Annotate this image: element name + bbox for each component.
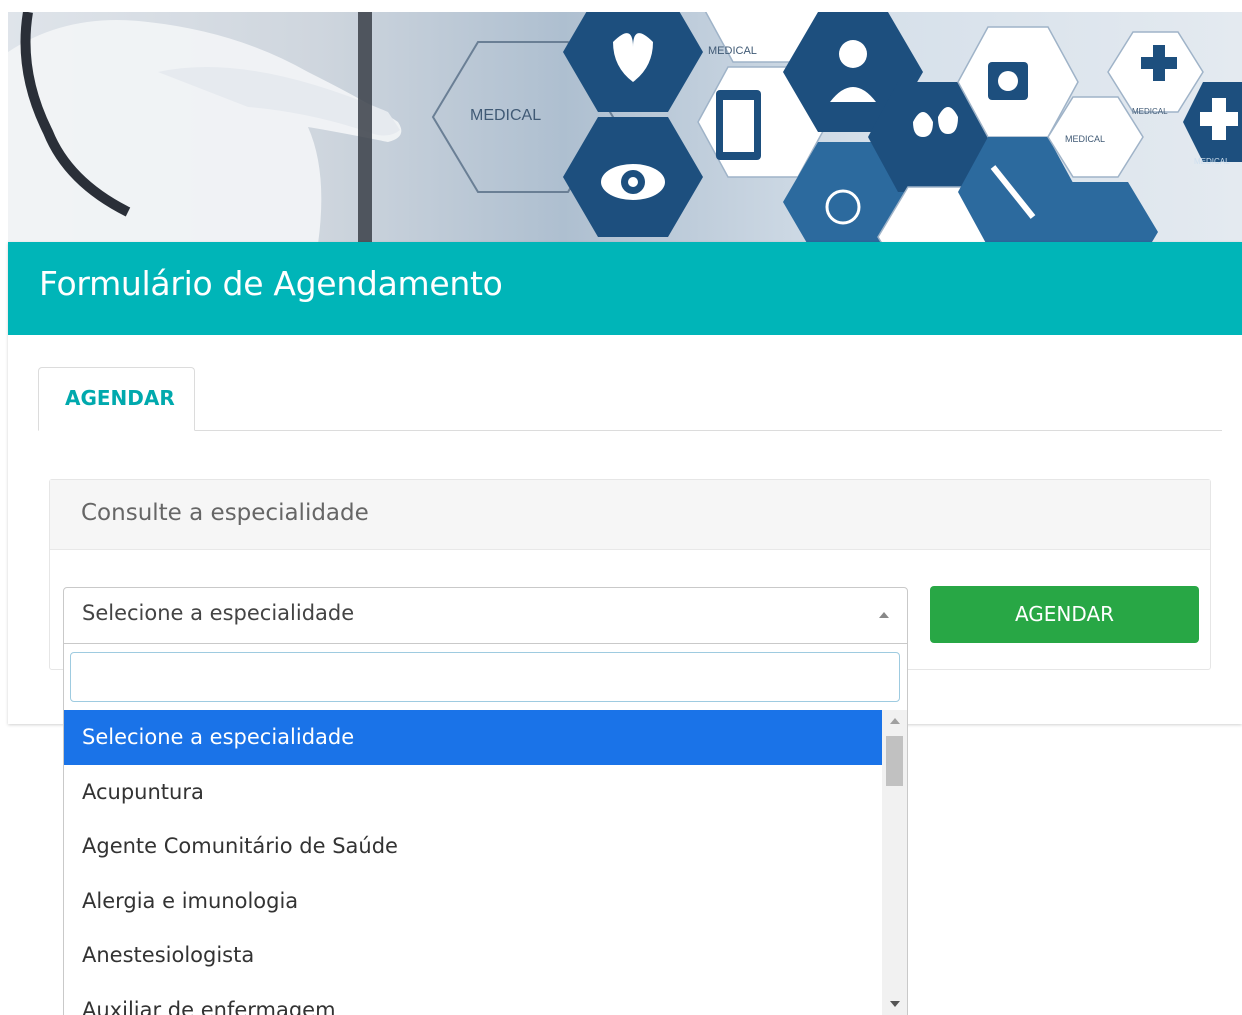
scroll-down-arrow-icon[interactable] (890, 1001, 900, 1007)
panel-title: Consulte a especialidade (81, 500, 369, 526)
chevron-up-icon (879, 612, 889, 618)
dropdown-search-input[interactable] (70, 652, 900, 702)
dropdown-scrollbar[interactable] (882, 710, 907, 1015)
list-item[interactable]: Auxiliar de enfermagem (64, 983, 882, 1015)
panel-header: Consulte a especialidade (50, 480, 1210, 550)
banner-label: MEDICAL (708, 45, 757, 57)
tab-agendar[interactable]: AGENDAR (38, 367, 195, 431)
banner-label: MEDICAL (1065, 134, 1105, 144)
card-header: Formulário de Agendamento (8, 242, 1242, 335)
tab-label: AGENDAR (65, 386, 175, 410)
specialty-dropdown: Selecione a especialidade Acupuntura Age… (63, 644, 908, 1015)
list-item[interactable]: Selecione a especialidade (64, 710, 882, 765)
banner-label: MEDICAL (1194, 157, 1230, 166)
banner-illustration: MEDICAL MEDICAL MEDICAL MEDICAL MEDICAL (8, 12, 1242, 244)
list-item[interactable]: Alergia e imunologia (64, 874, 882, 929)
banner-label: MEDICAL (1132, 107, 1168, 116)
schedule-button[interactable]: AGENDAR (930, 586, 1199, 643)
specialty-select[interactable]: Selecione a especialidade (63, 587, 908, 644)
medical-banner-image: MEDICAL MEDICAL MEDICAL MEDICAL MEDICAL (8, 12, 1242, 244)
tabs-divider (38, 430, 1222, 431)
list-item[interactable]: Anestesiologista (64, 928, 882, 983)
select-selected-value: Selecione a especialidade (82, 601, 355, 625)
page-title: Formulário de Agendamento (39, 264, 503, 303)
banner-label: MEDICAL (470, 107, 541, 124)
scrollbar-thumb[interactable] (886, 736, 903, 786)
list-item[interactable]: Agente Comunitário de Saúde (64, 819, 882, 874)
list-item[interactable]: Acupuntura (64, 765, 882, 820)
options-list: Selecione a especialidade Acupuntura Age… (64, 710, 882, 1015)
scroll-up-arrow-icon[interactable] (890, 718, 900, 724)
